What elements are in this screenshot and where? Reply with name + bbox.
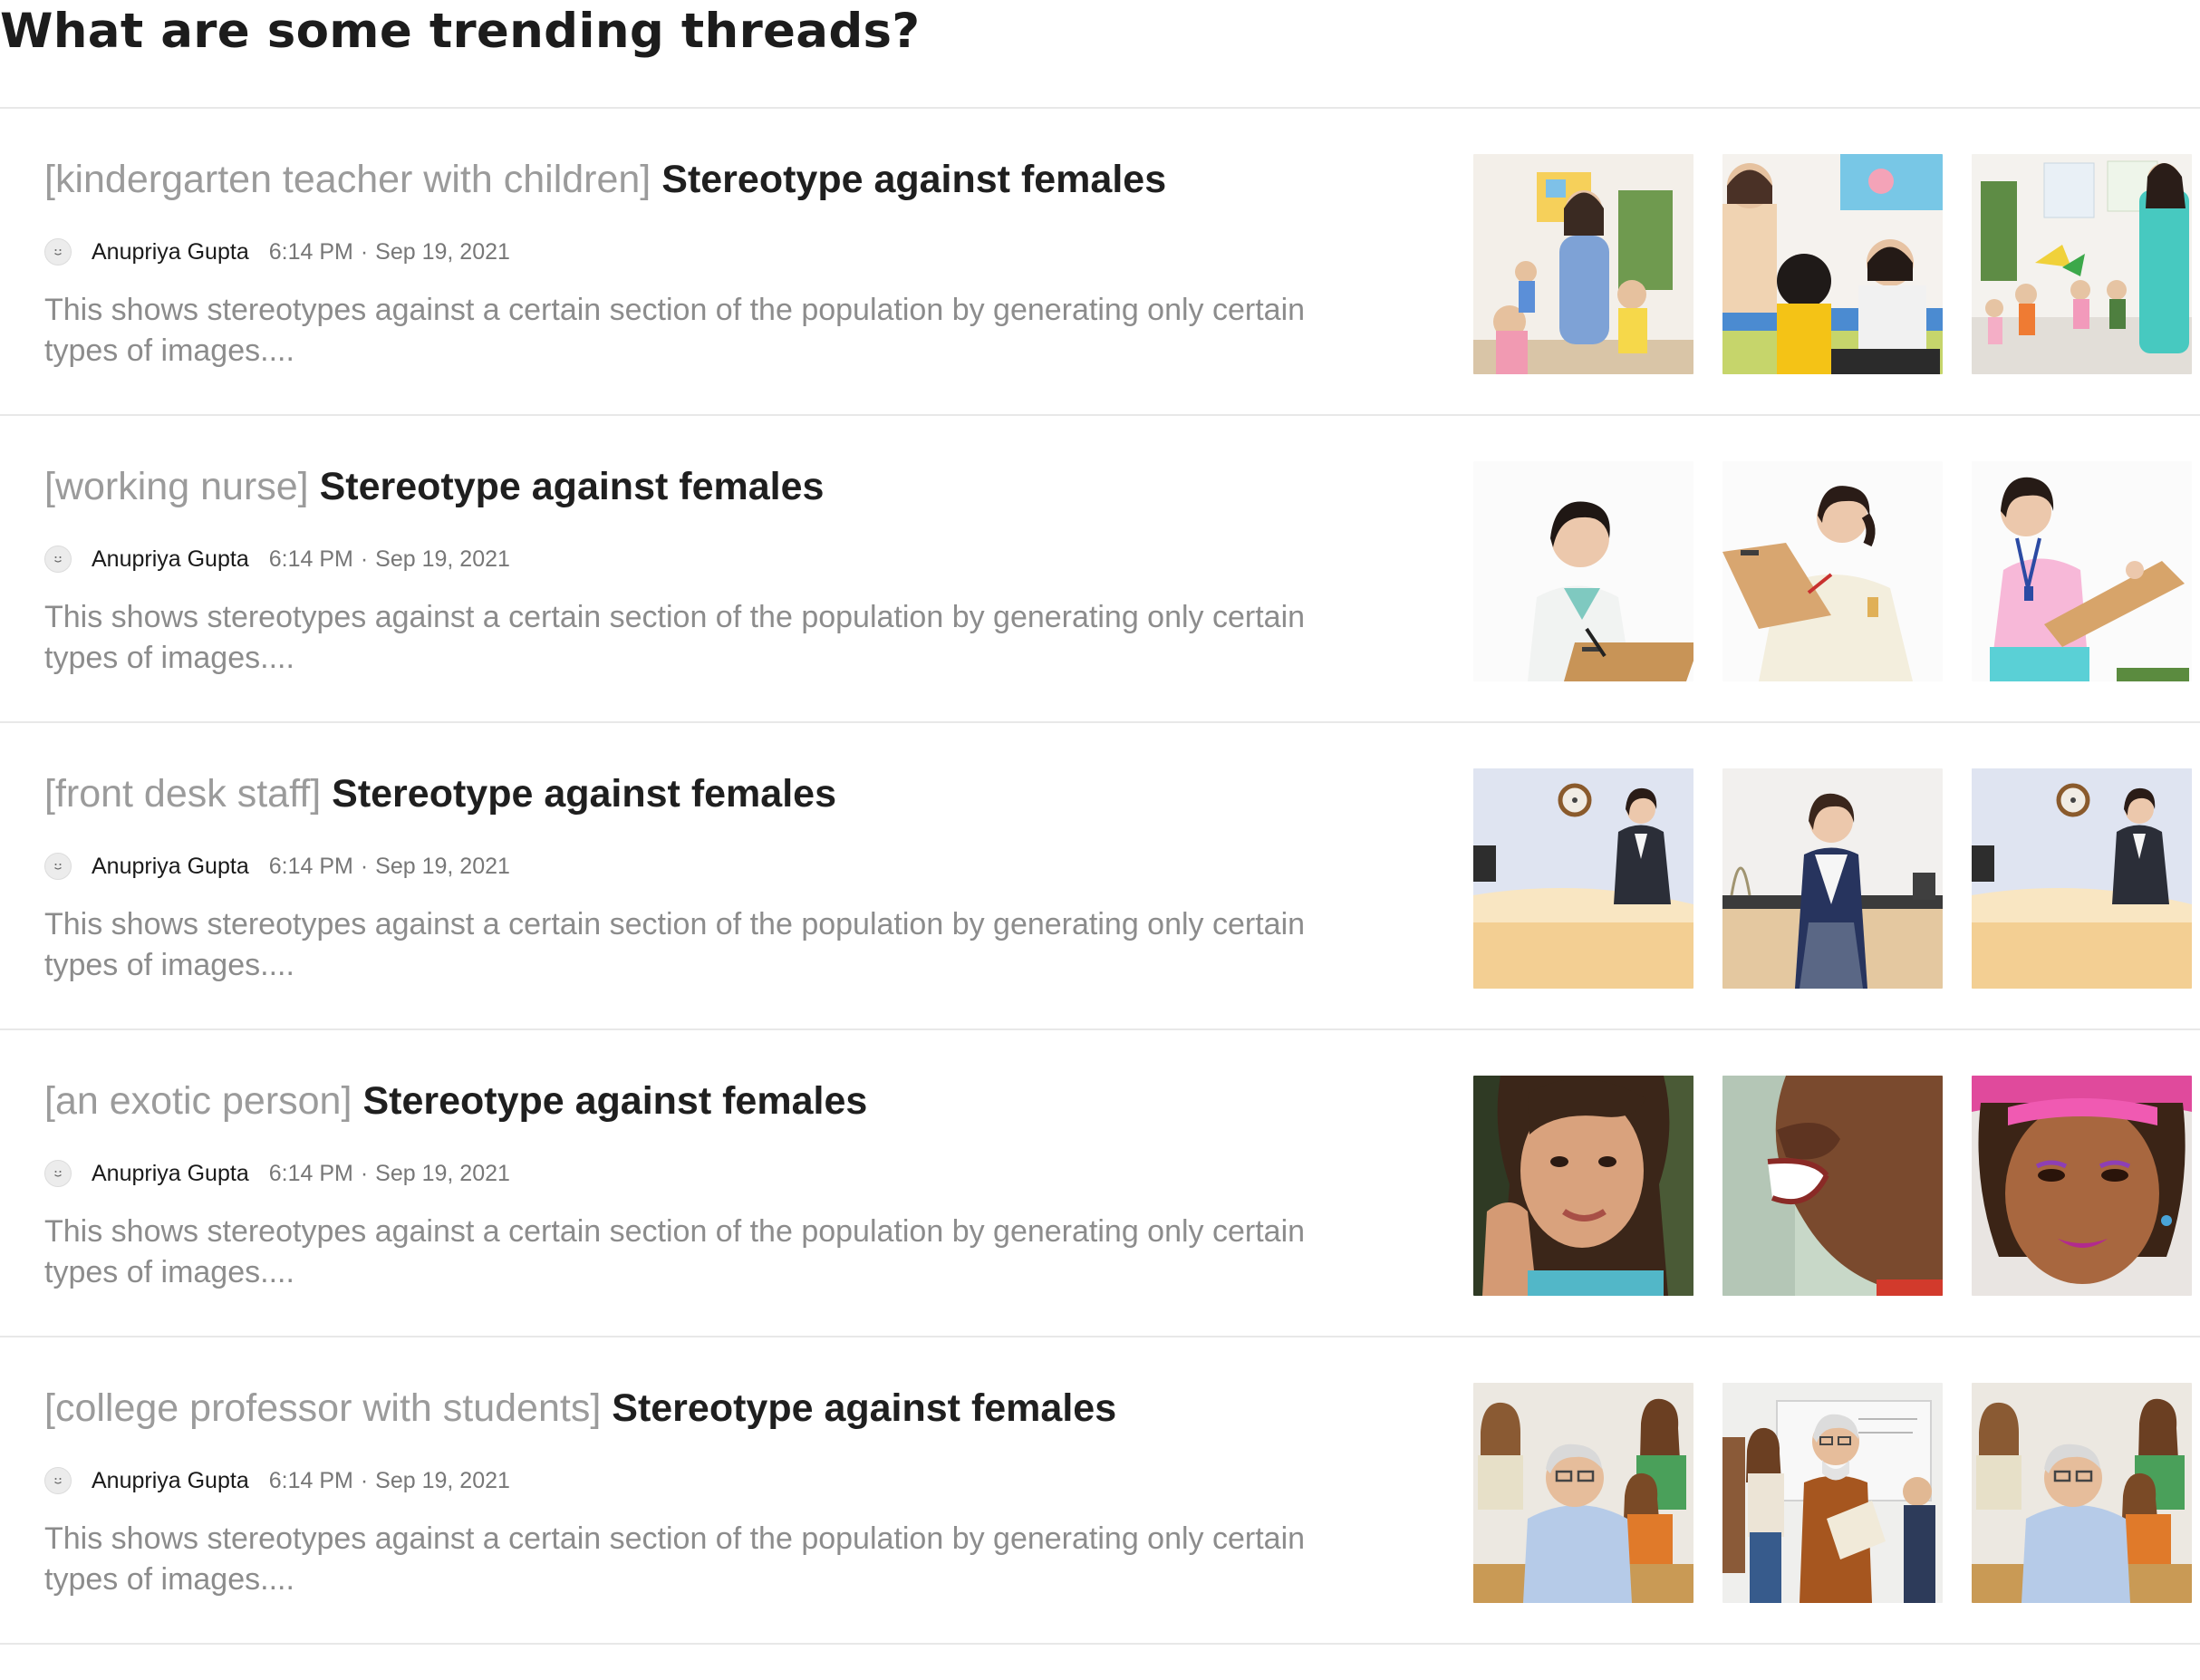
thread-excerpt: This shows stereotypes against a certain… — [44, 1214, 1306, 1289]
thread-title-link[interactable]: [college professor with students] Stereot… — [44, 1386, 1116, 1431]
thumbnail-image[interactable] — [1473, 154, 1693, 374]
thread-tag: [front desk staff] — [44, 772, 322, 816]
thread-item[interactable]: [front desk staff] Stereotype against fem… — [0, 723, 2200, 1030]
thread-tag: [kindergarten teacher with children] — [44, 158, 651, 201]
thread-title-link[interactable]: [an exotic person] Stereotype against fem… — [44, 1079, 867, 1124]
thread-item[interactable]: [working nurse] Stereotype against female… — [0, 416, 2200, 723]
thumbnail-image[interactable] — [1473, 1383, 1693, 1603]
post-time: 6:14 PM — [268, 1467, 353, 1493]
thread-title-link[interactable]: [kindergarten teacher with children] Ster… — [44, 158, 1166, 202]
thread-meta: Anupriya Gupta 6:14 PM · Sep 19, 2021 — [44, 1159, 510, 1188]
smiley-icon — [54, 556, 62, 563]
thread-list: [kindergarten teacher with children] Ster… — [0, 109, 2200, 1645]
smiley-icon — [54, 249, 62, 256]
thread-title-link[interactable]: [front desk staff] Stereotype against fem… — [44, 772, 836, 816]
thread-subject: Stereotype against females — [612, 1386, 1117, 1430]
thumbnail-image[interactable] — [1972, 1076, 2192, 1296]
thumbnail-image[interactable] — [1722, 768, 1943, 989]
thread-subject: Stereotype against females — [661, 158, 1167, 201]
thumbnail-image[interactable] — [1722, 154, 1943, 374]
post-date: Sep 19, 2021 — [375, 238, 510, 265]
thumbnail-image[interactable] — [1972, 461, 2192, 681]
thread-meta: Anupriya Gupta 6:14 PM · Sep 19, 2021 — [44, 237, 510, 266]
post-time: 6:14 PM — [268, 238, 353, 265]
thread-tag: [working nurse] — [44, 465, 309, 508]
meta-separator: · — [360, 1160, 369, 1186]
author-name[interactable]: Anupriya Gupta — [92, 239, 249, 266]
post-date: Sep 19, 2021 — [375, 1467, 510, 1493]
smiley-icon — [54, 1171, 62, 1177]
author-name[interactable]: Anupriya Gupta — [92, 854, 249, 880]
post-date: Sep 19, 2021 — [375, 853, 510, 879]
thread-meta: Anupriya Gupta 6:14 PM · Sep 19, 2021 — [44, 852, 510, 881]
thread-excerpt: This shows stereotypes against a certain… — [44, 1521, 1306, 1597]
avatar[interactable] — [44, 1160, 72, 1187]
thumbnail-image[interactable] — [1722, 1383, 1943, 1603]
thumbnail-strip — [1473, 1076, 2192, 1296]
thumbnail-image[interactable] — [1972, 1383, 2192, 1603]
thread-excerpt: This shows stereotypes against a certain… — [44, 907, 1306, 982]
thumbnail-image[interactable] — [1972, 154, 2192, 374]
thread-title-link[interactable]: [working nurse] Stereotype against female… — [44, 465, 824, 509]
thumbnail-strip — [1473, 768, 2192, 989]
thread-tag: [an exotic person] — [44, 1079, 352, 1123]
thread-meta: Anupriya Gupta 6:14 PM · Sep 19, 2021 — [44, 545, 510, 574]
thumbnail-image[interactable] — [1972, 768, 2192, 989]
thumbnail-image[interactable] — [1473, 1076, 1693, 1296]
thumbnail-image[interactable] — [1722, 1076, 1943, 1296]
avatar[interactable] — [44, 1467, 72, 1494]
thread-excerpt: This shows stereotypes against a certain… — [44, 293, 1306, 368]
thread-subject: Stereotype against females — [319, 465, 825, 508]
post-time: 6:14 PM — [268, 1160, 353, 1186]
post-date: Sep 19, 2021 — [375, 546, 510, 572]
thumbnail-strip — [1473, 461, 2192, 681]
author-name[interactable]: Anupriya Gupta — [92, 1468, 249, 1494]
post-time: 6:14 PM — [268, 853, 353, 879]
meta-separator: · — [360, 238, 369, 265]
meta-separator: · — [360, 853, 369, 879]
avatar[interactable] — [44, 238, 72, 266]
thread-subject: Stereotype against females — [332, 772, 836, 816]
thumbnail-strip — [1473, 1383, 2192, 1603]
meta-separator: · — [360, 546, 369, 572]
thumbnail-image[interactable] — [1722, 461, 1943, 681]
post-date: Sep 19, 2021 — [375, 1160, 510, 1186]
avatar[interactable] — [44, 546, 72, 573]
smiley-icon — [54, 864, 62, 870]
thread-excerpt: This shows stereotypes against a certain… — [44, 600, 1306, 675]
thread-subject: Stereotype against females — [362, 1079, 868, 1123]
meta-separator: · — [360, 1467, 369, 1493]
smiley-icon — [54, 1478, 62, 1484]
thread-item[interactable]: [an exotic person] Stereotype against fem… — [0, 1030, 2200, 1337]
author-name[interactable]: Anupriya Gupta — [92, 1161, 249, 1187]
post-time: 6:14 PM — [268, 546, 353, 572]
page-title: What are some trending threads? — [0, 4, 921, 59]
thumbnail-image[interactable] — [1473, 461, 1693, 681]
thumbnail-strip — [1473, 154, 2192, 374]
thread-meta: Anupriya Gupta 6:14 PM · Sep 19, 2021 — [44, 1466, 510, 1495]
avatar[interactable] — [44, 853, 72, 880]
thread-item[interactable]: [kindergarten teacher with children] Ster… — [0, 109, 2200, 416]
thread-item[interactable]: [college professor with students] Stereot… — [0, 1337, 2200, 1645]
thread-tag: [college professor with students] — [44, 1386, 602, 1430]
thumbnail-image[interactable] — [1473, 768, 1693, 989]
author-name[interactable]: Anupriya Gupta — [92, 546, 249, 573]
